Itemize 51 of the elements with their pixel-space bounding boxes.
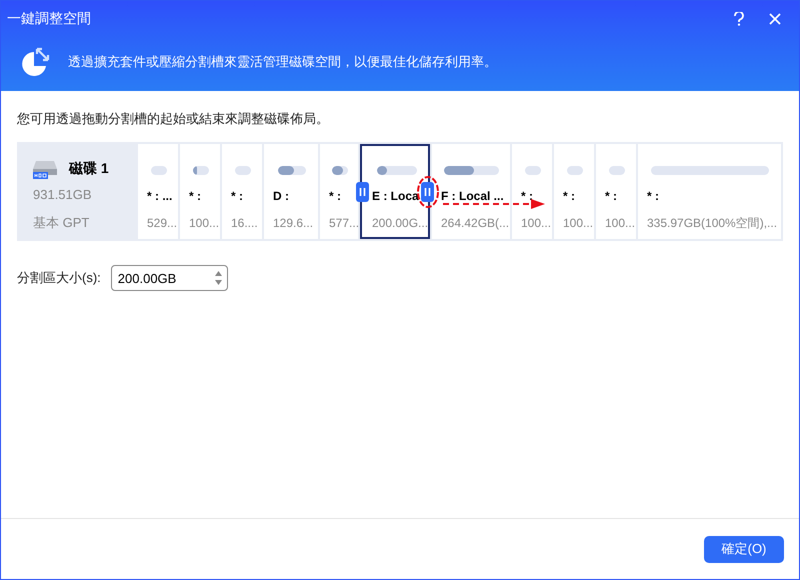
drag-handle[interactable]: [356, 182, 369, 202]
size-label: 分割區大小(s):: [17, 269, 101, 288]
partition-block[interactable]: * : 577...: [320, 144, 358, 239]
help-icon[interactable]: [733, 12, 745, 26]
partition-label: * :: [605, 189, 618, 203]
usage-bar: [566, 166, 582, 175]
hdd-icon: [33, 158, 57, 178]
partition-block[interactable]: * : 100...: [180, 144, 220, 239]
partition-block[interactable]: D : 129.6...: [264, 144, 318, 239]
instruction-text: 您可用透過拖動分割槽的起始或結束來調整磁碟佈局。: [17, 110, 330, 128]
partition-size: 100...: [521, 215, 550, 231]
partition-label: * : ...: [147, 189, 174, 203]
partition-label: * :: [231, 189, 244, 203]
partition-size: 100...: [563, 215, 592, 231]
partition-block[interactable]: * : 335.97GB(100%空間),...: [638, 144, 781, 239]
drag-handle[interactable]: [421, 182, 434, 202]
partition-label: * :: [329, 189, 342, 203]
partition-block[interactable]: * : 100...: [554, 144, 594, 239]
partition-label: * :: [647, 189, 660, 203]
partition-label: D :: [273, 189, 290, 203]
disk-type: 基本 GPT: [33, 214, 90, 232]
resize-pie-icon: [20, 46, 51, 78]
size-field[interactable]: 200.00GB: [110, 265, 228, 291]
partition-block[interactable]: * : 100...: [596, 144, 636, 239]
partition-size: 100...: [189, 215, 218, 231]
disk-name: 磁碟 1: [69, 159, 109, 178]
usage-bar: [608, 166, 624, 175]
partition-size: 529...: [147, 215, 176, 231]
spin-arrows-icon[interactable]: [214, 269, 223, 287]
partition-block[interactable]: F : Local ... 264.42GB(...: [432, 144, 510, 239]
banner-text: 透過擴充套件或壓縮分割槽來靈活管理磁碟空間，以便最佳化儲存利用率。: [68, 53, 497, 72]
window-title: 一鍵調整空間: [7, 9, 91, 28]
usage-bar: [524, 166, 540, 175]
partition-label: * :: [563, 189, 576, 203]
ok-button[interactable]: 確定(O): [704, 536, 784, 562]
highlight-circle: [417, 176, 439, 208]
partition-size: 335.97GB(100%空間),...: [647, 215, 778, 231]
partition-size: 100...: [605, 215, 634, 231]
partition-block[interactable]: * : 16....: [222, 144, 262, 239]
partition-size: 577...: [329, 215, 356, 231]
usage-bar: [150, 166, 166, 175]
partition-size: 264.42GB(...: [441, 215, 508, 231]
partition-size: 200.00G...: [372, 215, 428, 231]
close-icon[interactable]: [769, 12, 781, 24]
partition-block[interactable]: * : ... 529...: [138, 144, 178, 239]
partition-label: * :: [189, 189, 202, 203]
usage-bar: [234, 166, 250, 175]
partition-label: F : Local ...: [441, 189, 505, 203]
disk-size: 931.51GB: [33, 186, 93, 204]
partition-size: 16....: [231, 215, 259, 231]
partition-size: 129.6...: [273, 215, 314, 231]
